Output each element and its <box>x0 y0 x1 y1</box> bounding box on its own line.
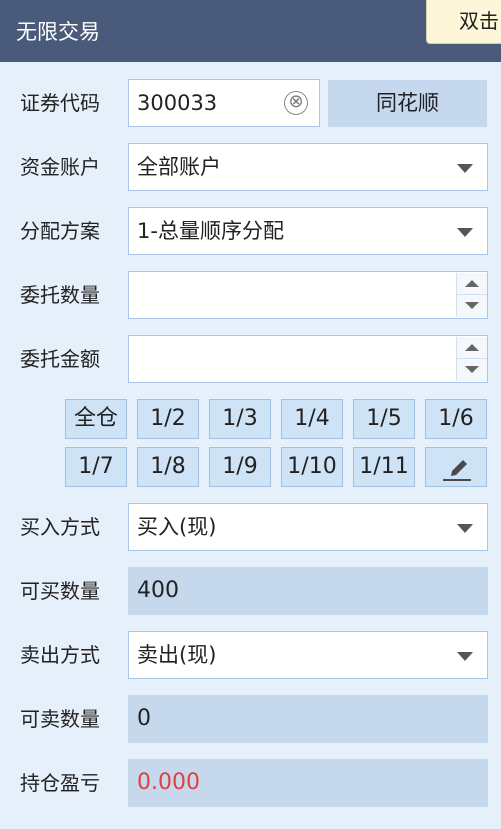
spin-down-icon[interactable] <box>457 359 487 381</box>
allocation-row: 分配方案 1-总量顺序分配 <box>0 207 501 255</box>
allocation-label: 分配方案 <box>20 219 100 243</box>
entrust-amount-row: 委托金额 <box>0 335 501 383</box>
tooltip: 双击 <box>426 0 501 44</box>
sellable-field: 0 <box>128 695 488 743</box>
amount-stepper <box>456 337 487 381</box>
account-label: 资金账户 <box>20 155 100 179</box>
fraction-button-1-4[interactable]: 1/4 <box>281 399 343 439</box>
fraction-button-full[interactable]: 全仓 <box>65 399 127 439</box>
entrust-qty-input[interactable] <box>128 271 488 319</box>
sell-method-label: 卖出方式 <box>20 643 100 667</box>
pnl-label: 持仓盈亏 <box>20 771 100 795</box>
sell-method-value: 卖出(现) <box>137 643 217 667</box>
quantity-stepper <box>456 273 487 317</box>
fraction-button-1-2[interactable]: 1/2 <box>137 399 199 439</box>
sellable-value: 0 <box>137 706 151 731</box>
code-input[interactable]: 300033 ⊗ <box>128 79 320 127</box>
buyable-value: 400 <box>137 578 179 603</box>
sellable-row: 可卖数量 0 <box>0 695 501 743</box>
pnl-field: 0.000 <box>128 759 488 807</box>
fraction-button-1-6[interactable]: 1/6 <box>425 399 487 439</box>
fraction-button-1-5[interactable]: 1/5 <box>353 399 415 439</box>
fraction-button-1-7[interactable]: 1/7 <box>65 447 127 487</box>
buy-method-row: 买入方式 买入(现) <box>0 503 501 551</box>
sell-method-select[interactable]: 卖出(现) <box>128 631 488 679</box>
window-title: 无限交易 <box>16 20 100 44</box>
buy-method-value: 买入(现) <box>137 515 217 539</box>
code-value: 300033 <box>137 91 218 115</box>
buyable-field: 400 <box>128 567 488 615</box>
fraction-button-1-10[interactable]: 1/10 <box>281 447 343 487</box>
fraction-button-1-11[interactable]: 1/11 <box>353 447 415 487</box>
entrust-amount-label: 委托金额 <box>20 347 100 371</box>
caret-down-icon[interactable] <box>457 524 473 533</box>
account-value: 全部账户 <box>137 155 221 179</box>
caret-down-icon[interactable] <box>457 164 473 173</box>
pencil-edit-icon <box>443 460 471 481</box>
account-select[interactable]: 全部账户 <box>128 143 488 191</box>
pnl-value: 0.000 <box>137 770 200 795</box>
spin-down-icon[interactable] <box>457 295 487 317</box>
code-label: 证券代码 <box>20 91 100 115</box>
spin-up-icon[interactable] <box>457 337 487 359</box>
pnl-row: 持仓盈亏 0.000 <box>0 759 501 807</box>
account-row: 资金账户 全部账户 <box>0 143 501 191</box>
buyable-label: 可买数量 <box>20 579 100 603</box>
spin-up-icon[interactable] <box>457 273 487 295</box>
caret-down-icon[interactable] <box>457 228 473 237</box>
entrust-qty-label: 委托数量 <box>20 283 100 307</box>
buy-method-label: 买入方式 <box>20 515 100 539</box>
allocation-value: 1-总量顺序分配 <box>137 219 284 243</box>
clear-circle-icon[interactable]: ⊗ <box>284 91 308 115</box>
allocation-select[interactable]: 1-总量顺序分配 <box>128 207 488 255</box>
entrust-amount-input[interactable] <box>128 335 488 383</box>
stock-name-button[interactable]: 同花顺 <box>328 80 487 127</box>
sell-method-row: 卖出方式 卖出(现) <box>0 631 501 679</box>
sellable-label: 可卖数量 <box>20 707 100 731</box>
fraction-button-1-3[interactable]: 1/3 <box>209 399 271 439</box>
caret-down-icon[interactable] <box>457 652 473 661</box>
edit-fraction-button[interactable] <box>425 447 487 487</box>
buyable-row: 可买数量 400 <box>0 567 501 615</box>
buy-method-select[interactable]: 买入(现) <box>128 503 488 551</box>
fraction-button-1-9[interactable]: 1/9 <box>209 447 271 487</box>
fraction-button-1-8[interactable]: 1/8 <box>137 447 199 487</box>
entrust-qty-row: 委托数量 <box>0 271 501 319</box>
